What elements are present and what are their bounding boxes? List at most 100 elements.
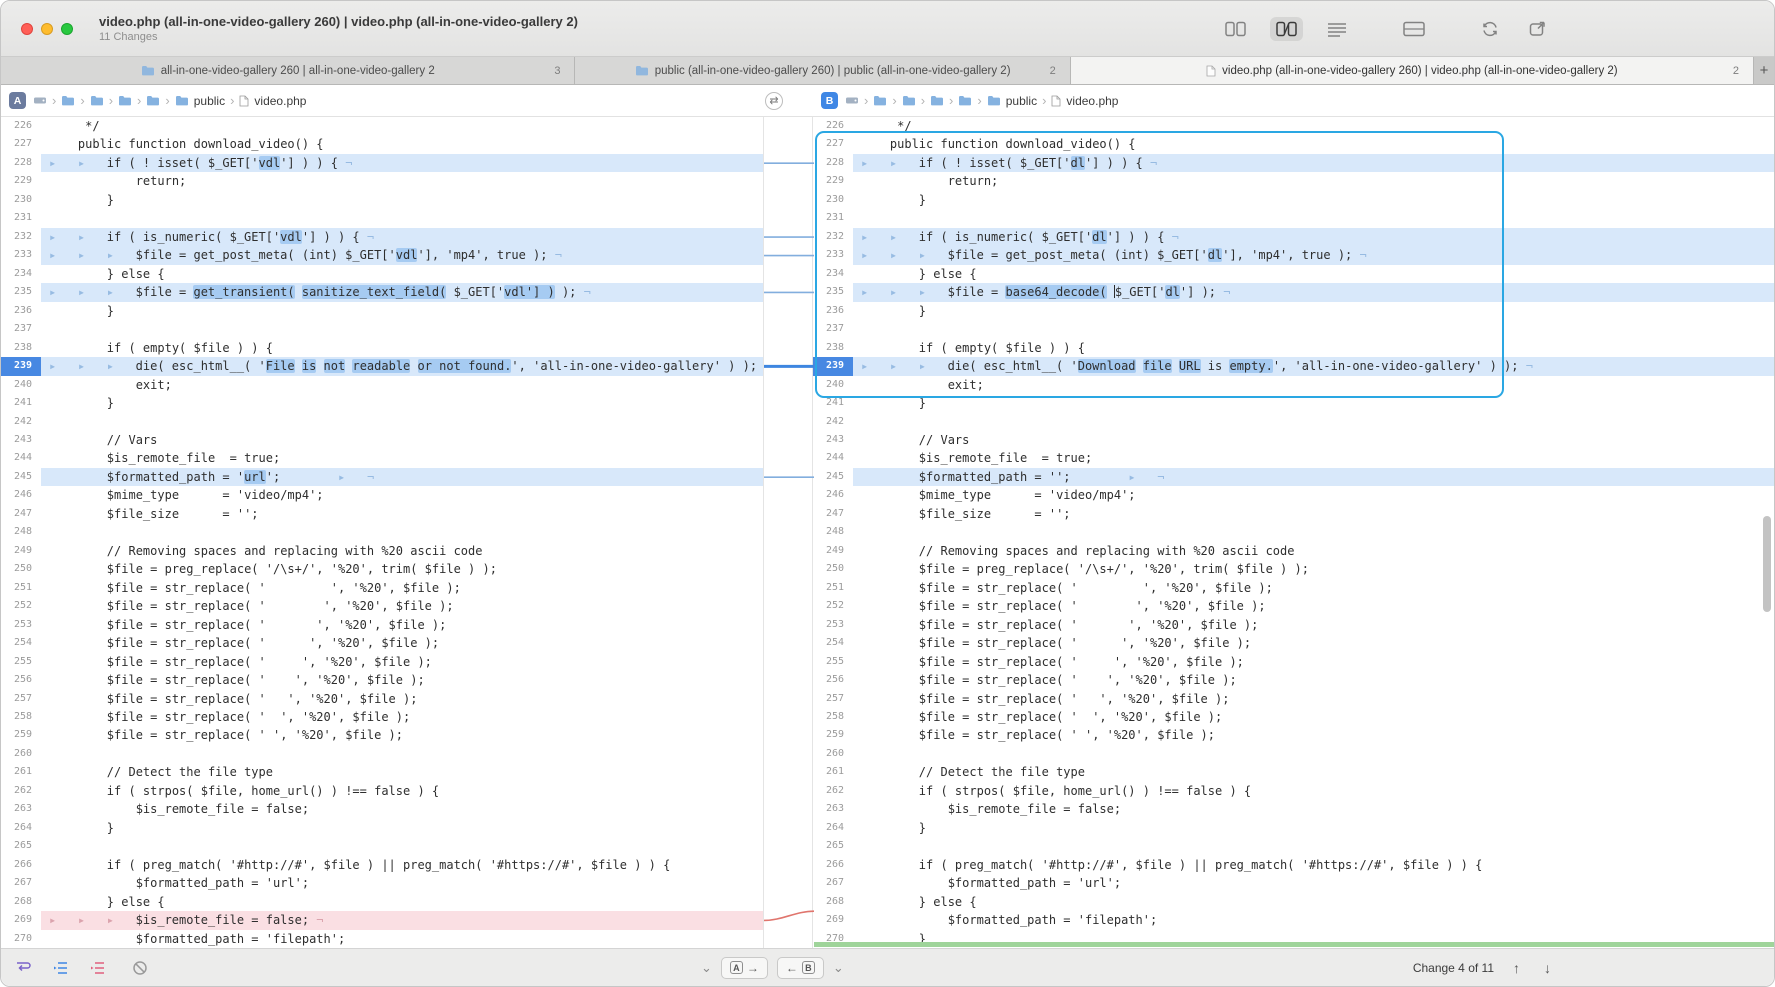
code-text[interactable] xyxy=(853,745,1774,763)
code-text[interactable]: // Detect the file type xyxy=(853,763,1774,781)
breadcrumb-item[interactable] xyxy=(90,95,104,106)
wrap-lines-icon[interactable] xyxy=(15,960,32,976)
two-up-view-icon[interactable] xyxy=(1219,17,1252,41)
code-text[interactable]: ▸▸▸$file = get_post_meta( (int) $_GET['d… xyxy=(853,246,1774,264)
code-text[interactable]: $file = str_replace( ' ', '%20', $file )… xyxy=(853,597,1774,615)
code-text[interactable]: if ( strpos( $file, home_url() ) !== fal… xyxy=(853,782,1774,800)
code-text[interactable]: ▸▸▸die( esc_html__( 'Download file URL i… xyxy=(853,357,1774,375)
breadcrumb-item[interactable] xyxy=(118,95,132,106)
copy-to-a-button[interactable]: ← B xyxy=(777,957,824,979)
code-text[interactable]: $formatted_path = 'url'; ▸ ¬ xyxy=(41,468,763,486)
code-text[interactable]: $formatted_path = 'filepath'; xyxy=(853,911,1774,929)
code-text[interactable]: $file = str_replace( ' ', '%20', $file )… xyxy=(853,671,1774,689)
code-text[interactable]: */ xyxy=(853,117,1774,135)
fluid-view-icon[interactable] xyxy=(1270,17,1303,41)
vertical-scrollbar[interactable] xyxy=(1763,516,1771,612)
code-text[interactable]: ▸▸▸$file = get_transient( sanitize_text_… xyxy=(41,283,763,301)
code-text[interactable]: } xyxy=(41,191,763,209)
code-text[interactable]: $formatted_path = 'url'; xyxy=(41,874,763,892)
tab-1[interactable]: all-in-one-video-gallery 260 | all-in-on… xyxy=(1,57,575,84)
code-text[interactable] xyxy=(41,320,763,338)
code-text[interactable]: $is_remote_file = true; xyxy=(853,449,1774,467)
tab-3[interactable]: video.php (all-in-one-video-gallery 260)… xyxy=(1071,57,1754,84)
breadcrumb-item[interactable]: public xyxy=(987,94,1037,108)
code-text[interactable]: if ( empty( $file ) ) { xyxy=(853,339,1774,357)
breadcrumb-item[interactable]: video.php xyxy=(239,94,306,108)
code-text[interactable]: $file_size = ''; xyxy=(853,505,1774,523)
code-text[interactable] xyxy=(41,745,763,763)
breadcrumb-item[interactable] xyxy=(33,95,47,106)
show-insertions-icon[interactable] xyxy=(52,960,69,976)
code-text[interactable]: public function download_video() { xyxy=(853,135,1774,153)
close-window-button[interactable] xyxy=(21,23,33,35)
code-text[interactable]: $file = str_replace( ' ', '%20', $file )… xyxy=(41,616,763,634)
code-text[interactable]: $file = str_replace( ' ', '%20', $file )… xyxy=(853,579,1774,597)
code-text[interactable] xyxy=(41,837,763,855)
breadcrumb-item[interactable]: public xyxy=(175,94,225,108)
code-text[interactable]: $file = preg_replace( '/\s+/', '%20', tr… xyxy=(853,560,1774,578)
code-text[interactable]: exit; xyxy=(853,376,1774,394)
code-text[interactable]: ▸▸▸$file = get_post_meta( (int) $_GET['v… xyxy=(41,246,763,264)
code-text[interactable]: ▸▸▸die( esc_html__( 'File is not readabl… xyxy=(41,357,763,375)
code-text[interactable]: } xyxy=(853,191,1774,209)
code-text[interactable]: } xyxy=(41,819,763,837)
code-text[interactable]: $file = str_replace( ' ', '%20', $file )… xyxy=(41,653,763,671)
code-text[interactable]: ▸▸if ( is_numeric( $_GET['vdl'] ) ) { ¬ xyxy=(41,228,763,246)
breadcrumb-item[interactable] xyxy=(873,95,887,106)
code-text[interactable]: $file = str_replace( ' ', '%20', $file )… xyxy=(853,653,1774,671)
code-text[interactable]: $formatted_path = ''; ▸ ¬ xyxy=(853,468,1774,486)
code-text[interactable]: $is_remote_file = false; xyxy=(853,800,1774,818)
code-text[interactable]: ▸▸if ( ! isset( $_GET['vdl'] ) ) { ¬ xyxy=(41,154,763,172)
tab-2[interactable]: public (all-in-one-video-gallery 260) | … xyxy=(575,57,1070,84)
code-text[interactable]: } xyxy=(853,302,1774,320)
code-text[interactable]: // Vars xyxy=(853,431,1774,449)
code-text[interactable] xyxy=(41,413,763,431)
code-text[interactable]: $file = preg_replace( '/\s+/', '%20', tr… xyxy=(41,560,763,578)
code-text[interactable]: ▸▸▸$is_remote_file = false; ¬ xyxy=(41,911,763,929)
ignore-whitespace-icon[interactable] xyxy=(132,960,148,976)
code-text[interactable]: $file = str_replace( ' ', '%20', $file )… xyxy=(853,726,1774,744)
code-text[interactable]: if ( empty( $file ) ) { xyxy=(41,339,763,357)
copy-to-b-button[interactable]: A → xyxy=(721,957,768,979)
code-text[interactable]: $file = str_replace( ' ', '%20', $file )… xyxy=(41,579,763,597)
open-in-app-icon[interactable] xyxy=(1523,17,1552,41)
new-tab-button[interactable]: + xyxy=(1754,57,1774,84)
unified-view-icon[interactable] xyxy=(1397,17,1431,41)
code-text[interactable]: return; xyxy=(41,172,763,190)
code-text[interactable]: return; xyxy=(853,172,1774,190)
code-text[interactable]: } xyxy=(41,302,763,320)
code-text[interactable]: public function download_video() { xyxy=(41,135,763,153)
code-text[interactable]: $is_remote_file = false; xyxy=(41,800,763,818)
code-text[interactable]: if ( preg_match( '#http://#', $file ) ||… xyxy=(41,856,763,874)
code-text[interactable]: } else { xyxy=(853,265,1774,283)
text-view-icon[interactable] xyxy=(1321,17,1353,41)
show-deletions-icon[interactable] xyxy=(89,960,106,976)
code-text[interactable] xyxy=(853,320,1774,338)
code-text[interactable] xyxy=(853,837,1774,855)
refresh-comparison-icon[interactable] xyxy=(1475,17,1505,41)
breadcrumb-item[interactable]: video.php xyxy=(1051,94,1118,108)
code-text[interactable]: // Vars xyxy=(41,431,763,449)
code-text[interactable]: // Removing spaces and replacing with %2… xyxy=(41,542,763,560)
code-text[interactable]: ▸▸if ( ! isset( $_GET['dl'] ) ) { ¬ xyxy=(853,154,1774,172)
code-text[interactable]: ▸▸▸$file = base64_decode( $_GET['dl'] );… xyxy=(853,283,1774,301)
code-text[interactable]: $file = str_replace( ' ', '%20', $file )… xyxy=(41,597,763,615)
code-text[interactable]: $formatted_path = 'filepath'; xyxy=(41,930,763,948)
code-text[interactable]: $file = str_replace( ' ', '%20', $file )… xyxy=(41,634,763,652)
code-text[interactable]: exit; xyxy=(41,376,763,394)
code-text[interactable]: } xyxy=(853,819,1774,837)
code-text[interactable]: if ( strpos( $file, home_url() ) !== fal… xyxy=(41,782,763,800)
code-text[interactable]: $file = str_replace( ' ', '%20', $file )… xyxy=(853,708,1774,726)
code-text[interactable]: // Removing spaces and replacing with %2… xyxy=(853,542,1774,560)
minimize-window-button[interactable] xyxy=(41,23,53,35)
code-text[interactable]: // Detect the file type xyxy=(41,763,763,781)
zoom-window-button[interactable] xyxy=(61,23,73,35)
code-text[interactable]: } xyxy=(41,394,763,412)
breadcrumb-item[interactable] xyxy=(61,95,75,106)
code-text[interactable]: } else { xyxy=(41,893,763,911)
code-text[interactable]: $file_size = ''; xyxy=(41,505,763,523)
code-text[interactable]: $file = str_replace( ' ', '%20', $file )… xyxy=(853,616,1774,634)
code-text[interactable] xyxy=(853,523,1774,541)
code-text[interactable]: $file = str_replace( ' ', '%20', $file )… xyxy=(853,690,1774,708)
code-text[interactable]: $formatted_path = 'url'; xyxy=(853,874,1774,892)
